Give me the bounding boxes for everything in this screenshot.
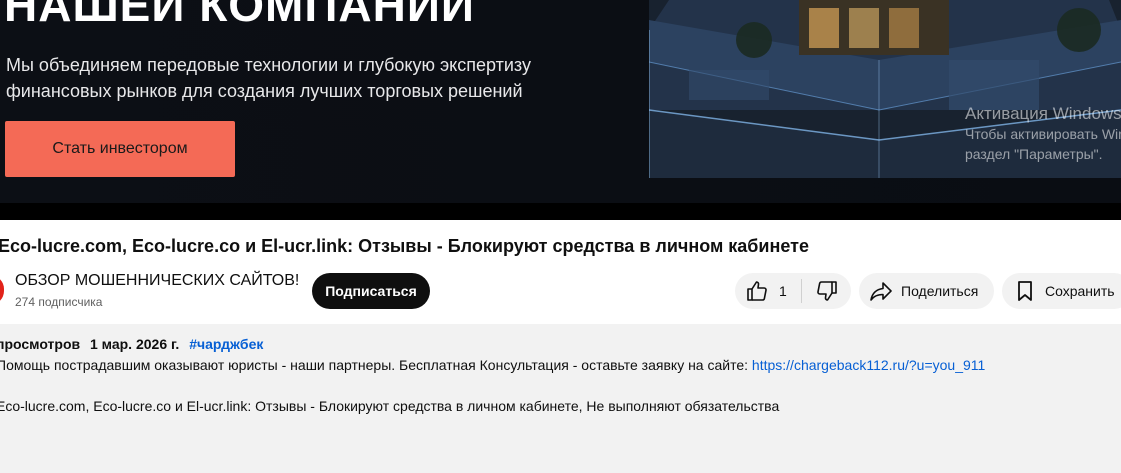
like-button[interactable]: 1 <box>735 273 801 309</box>
dislike-button[interactable] <box>802 273 851 309</box>
description-line-1: Помощь пострадавшим оказывают юристы - н… <box>0 357 985 373</box>
save-label: Сохранить <box>1045 283 1115 299</box>
watermark-line1: Активация Windows <box>965 104 1121 123</box>
description-link[interactable]: https://chargeback112.ru/?u=you_911 <box>752 357 985 373</box>
save-button[interactable]: Сохранить <box>1002 273 1121 309</box>
view-count: просмотров <box>0 336 81 352</box>
like-count: 1 <box>779 283 787 299</box>
become-investor-button[interactable]: Стать инвестором <box>5 121 235 177</box>
banner-description: Мы объединяем передовые технологии и глу… <box>6 52 606 104</box>
description-line-2: Eco-lucre.com, Eco-lucre.co и El-ucr.lin… <box>0 398 780 414</box>
share-icon <box>869 279 893 303</box>
like-icon <box>745 279 769 303</box>
windows-activation-watermark: Активация Windows Чтобы активировать Win… <box>965 104 1121 164</box>
hashtag-link[interactable]: #чарджбек <box>189 336 263 352</box>
dislike-icon <box>815 279 839 303</box>
video-player[interactable]: НАШЕЙ КОМПАНИИ Мы объединяем передовые т… <box>0 0 1121 220</box>
ad-banner: НАШЕЙ КОМПАНИИ Мы объединяем передовые т… <box>0 0 1121 203</box>
video-title: Eco-lucre.com, Eco-lucre.co и El-ucr.lin… <box>0 236 809 256</box>
watermark-line2: Чтобы активировать Windows, перейдите в <box>965 126 1121 142</box>
channel-name[interactable]: ОБЗОР МОШЕННИЧЕСКИХ САЙТОВ! <box>15 272 299 290</box>
banner-headline: НАШЕЙ КОМПАНИИ <box>4 0 475 31</box>
channel-avatar[interactable] <box>0 275 4 305</box>
share-button[interactable]: Поделиться <box>859 273 994 309</box>
save-icon <box>1013 279 1037 303</box>
video-bottom-strip <box>0 208 1121 220</box>
subscribe-button[interactable]: Подписаться <box>312 273 430 309</box>
banner-text-line2: финансовых рынков для создания лучших то… <box>6 81 523 101</box>
upload-date: 1 мар. 2026 г. <box>90 336 180 352</box>
video-meta: просмотров 1 мар. 2026 г. #чарджбек <box>0 336 263 352</box>
description-box[interactable]: просмотров 1 мар. 2026 г. #чарджбек Помо… <box>0 324 1121 473</box>
subscriber-count: 274 подписчика <box>15 295 103 309</box>
like-dislike-group: 1 <box>735 273 851 309</box>
watermark-line3: раздел "Параметры". <box>965 146 1103 162</box>
banner-text-line1: Мы объединяем передовые технологии и глу… <box>6 55 531 75</box>
share-label: Поделиться <box>901 283 979 299</box>
description-text-1: Помощь пострадавшим оказывают юристы - н… <box>0 357 752 373</box>
